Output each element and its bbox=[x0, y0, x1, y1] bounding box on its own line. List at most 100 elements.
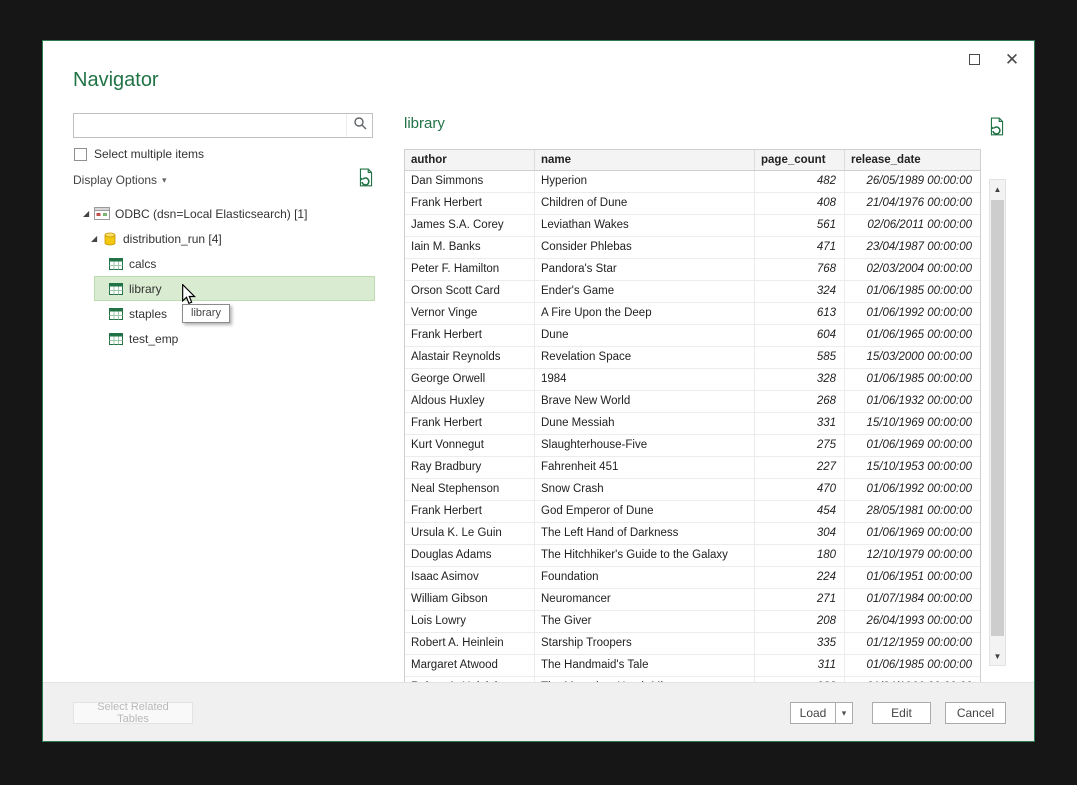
search-button[interactable] bbox=[346, 114, 372, 137]
table-cell: Ursula K. Le Guin bbox=[405, 523, 535, 544]
table-cell: 604 bbox=[755, 325, 845, 346]
table-cell: Dune Messiah bbox=[535, 413, 755, 434]
table-cell: 15/03/2000 00:00:00 bbox=[845, 347, 980, 368]
edit-button[interactable]: Edit bbox=[872, 702, 931, 724]
column-header-page_count[interactable]: page_count bbox=[755, 150, 845, 170]
table-cell: 335 bbox=[755, 633, 845, 654]
table-cell: Margaret Atwood bbox=[405, 655, 535, 676]
table-cell: Peter F. Hamilton bbox=[405, 259, 535, 280]
table-row: Neal StephensonSnow Crash47001/06/1992 0… bbox=[405, 479, 980, 501]
tree-item-label: test_emp bbox=[129, 332, 178, 346]
tree-item-database[interactable]: ◢ distribution_run [4] bbox=[73, 226, 375, 251]
table-row: Margaret AtwoodThe Handmaid's Tale31101/… bbox=[405, 655, 980, 677]
table-cell: 271 bbox=[755, 589, 845, 610]
table-row: Vernor VingeA Fire Upon the Deep61301/06… bbox=[405, 303, 980, 325]
tree-item-test_emp[interactable]: test_emp bbox=[94, 326, 375, 351]
tree-item-staples[interactable]: staples bbox=[94, 301, 375, 326]
table-cell: William Gibson bbox=[405, 589, 535, 610]
table-cell: 01/06/1985 00:00:00 bbox=[845, 655, 980, 676]
table-row: Aldous HuxleyBrave New World26801/06/193… bbox=[405, 391, 980, 413]
table-cell: 1984 bbox=[535, 369, 755, 390]
table-cell: 324 bbox=[755, 281, 845, 302]
column-header-author[interactable]: author bbox=[405, 150, 535, 170]
footer-bar: Select Related Tables Load ▾ Edit Cancel bbox=[43, 682, 1034, 741]
table-row: Alastair ReynoldsRevelation Space58515/0… bbox=[405, 347, 980, 369]
table-row: Iain M. BanksConsider Phlebas47123/04/19… bbox=[405, 237, 980, 259]
table-cell: Pandora's Star bbox=[535, 259, 755, 280]
select-multiple-checkbox[interactable] bbox=[74, 148, 87, 161]
table-cell: Ray Bradbury bbox=[405, 457, 535, 478]
load-dropdown-arrow[interactable]: ▾ bbox=[835, 703, 852, 723]
tree-item-odbc-source[interactable]: ◢ ODBC (dsn=Local Elasticsearch) [1] bbox=[73, 201, 375, 226]
refresh-preview-icon[interactable] bbox=[987, 117, 1007, 137]
collapse-triangle-icon[interactable]: ◢ bbox=[91, 234, 101, 243]
table-cell: Douglas Adams bbox=[405, 545, 535, 566]
navigator-dialog: ✕ Navigator Select multiple items Displa… bbox=[42, 40, 1035, 742]
tree-item-calcs[interactable]: calcs bbox=[94, 251, 375, 276]
table-cell: 15/10/1969 00:00:00 bbox=[845, 413, 980, 434]
search-icon bbox=[353, 116, 367, 135]
table-cell: God Emperor of Dune bbox=[535, 501, 755, 522]
maximize-icon bbox=[969, 54, 980, 65]
table-cell: 331 bbox=[755, 413, 845, 434]
table-cell: Lois Lowry bbox=[405, 611, 535, 632]
load-button[interactable]: Load ▾ bbox=[790, 702, 853, 724]
preview-header-row: authornamepage_countrelease_date bbox=[405, 150, 980, 171]
table-cell: 26/05/1989 00:00:00 bbox=[845, 171, 980, 192]
table-cell: 471 bbox=[755, 237, 845, 258]
table-cell: Leviathan Wakes bbox=[535, 215, 755, 236]
vertical-scrollbar[interactable]: ▲ ▼ bbox=[989, 179, 1006, 666]
refresh-source-icon[interactable] bbox=[356, 168, 376, 188]
table-cell: 28/05/1981 00:00:00 bbox=[845, 501, 980, 522]
table-cell: Iain M. Banks bbox=[405, 237, 535, 258]
table-cell: 01/06/1985 00:00:00 bbox=[845, 281, 980, 302]
collapse-triangle-icon[interactable]: ◢ bbox=[83, 209, 93, 218]
tree-item-library[interactable]: library bbox=[94, 276, 375, 301]
table-cell: Isaac Asimov bbox=[405, 567, 535, 588]
table-cell: A Fire Upon the Deep bbox=[535, 303, 755, 324]
table-cell: 01/06/1932 00:00:00 bbox=[845, 391, 980, 412]
table-cell: The Giver bbox=[535, 611, 755, 632]
cancel-button[interactable]: Cancel bbox=[945, 702, 1006, 724]
table-row: Ray BradburyFahrenheit 45122715/10/1953 … bbox=[405, 457, 980, 479]
scroll-down-button[interactable]: ▼ bbox=[990, 648, 1005, 664]
table-cell: 01/06/1969 00:00:00 bbox=[845, 523, 980, 544]
table-cell: 01/06/1985 00:00:00 bbox=[845, 369, 980, 390]
table-cell: 01/06/1965 00:00:00 bbox=[845, 325, 980, 346]
table-cell: 02/06/2011 00:00:00 bbox=[845, 215, 980, 236]
table-cell: Consider Phlebas bbox=[535, 237, 755, 258]
table-cell: 01/07/1984 00:00:00 bbox=[845, 589, 980, 610]
table-row: Frank HerbertDune Messiah33115/10/1969 0… bbox=[405, 413, 980, 435]
column-header-name[interactable]: name bbox=[535, 150, 755, 170]
table-cell: 15/10/1953 00:00:00 bbox=[845, 457, 980, 478]
table-cell: Slaughterhouse-Five bbox=[535, 435, 755, 456]
scrollbar-thumb[interactable] bbox=[991, 200, 1004, 636]
scroll-up-button[interactable]: ▲ bbox=[990, 181, 1005, 197]
table-icon bbox=[107, 283, 125, 295]
table-cell: Hyperion bbox=[535, 171, 755, 192]
chevron-down-icon: ▾ bbox=[162, 175, 167, 186]
column-header-release_date[interactable]: release_date bbox=[845, 150, 980, 170]
table-row: Peter F. HamiltonPandora's Star76802/03/… bbox=[405, 259, 980, 281]
table-cell: 227 bbox=[755, 457, 845, 478]
table-cell: Frank Herbert bbox=[405, 501, 535, 522]
table-cell: 268 bbox=[755, 391, 845, 412]
display-options-dropdown[interactable]: Display Options ▾ bbox=[73, 173, 167, 187]
table-cell: 561 bbox=[755, 215, 845, 236]
table-cell: 01/06/1969 00:00:00 bbox=[845, 435, 980, 456]
select-multiple-label: Select multiple items bbox=[94, 147, 204, 161]
table-cell: Brave New World bbox=[535, 391, 755, 412]
table-icon bbox=[107, 333, 125, 345]
search-input[interactable] bbox=[74, 114, 346, 137]
close-button[interactable]: ✕ bbox=[1000, 47, 1024, 71]
select-multiple-row: Select multiple items bbox=[74, 147, 204, 161]
table-cell: 01/12/1959 00:00:00 bbox=[845, 633, 980, 654]
table-row: George Orwell198432801/06/1985 00:00:00 bbox=[405, 369, 980, 391]
navigation-tree: ◢ ODBC (dsn=Local Elasticsearch) [1] ◢ d… bbox=[73, 201, 375, 351]
tree-item-label: staples bbox=[129, 307, 167, 321]
select-related-tables-button[interactable]: Select Related Tables bbox=[73, 702, 193, 724]
close-icon: ✕ bbox=[1005, 51, 1019, 68]
database-icon bbox=[101, 232, 119, 246]
maximize-button[interactable] bbox=[962, 47, 986, 71]
preview-table: authornamepage_countrelease_date Dan Sim… bbox=[404, 149, 981, 699]
